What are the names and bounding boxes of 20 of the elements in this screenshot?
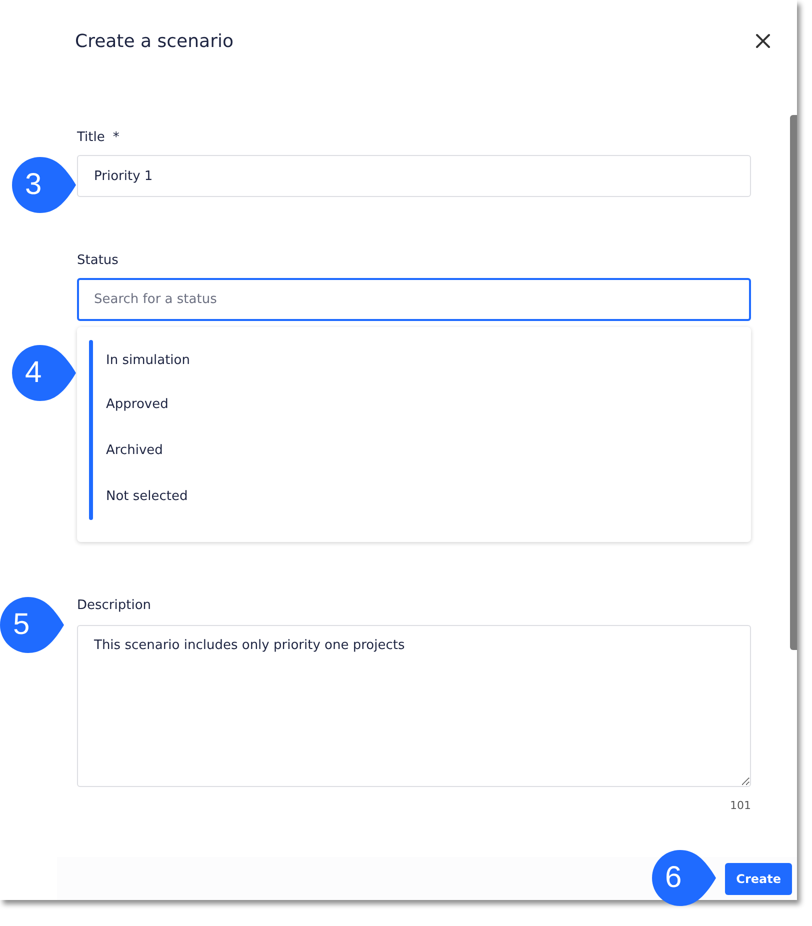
step-callout: 5 bbox=[0, 595, 64, 655]
description-input[interactable]: This scenario includes only priority one projects bbox=[77, 625, 751, 787]
status-option[interactable]: Approved bbox=[106, 382, 190, 428]
dialog-title: Create a scenario bbox=[75, 30, 234, 52]
status-option[interactable]: Archived bbox=[106, 428, 190, 474]
step-callout: 4 bbox=[12, 343, 76, 403]
status-search-field[interactable]: Search for a status bbox=[77, 278, 751, 321]
title-input[interactable]: Priority 1 bbox=[77, 155, 751, 197]
close-icon[interactable] bbox=[755, 33, 771, 49]
character-count: 101 bbox=[730, 799, 751, 812]
field-label: Status bbox=[77, 253, 118, 268]
status-option[interactable]: In simulation bbox=[106, 340, 190, 382]
scrollbar[interactable] bbox=[790, 115, 797, 650]
step-callout: 3 bbox=[12, 155, 76, 215]
required-mark: * bbox=[112, 130, 120, 145]
status-option[interactable]: Not selected bbox=[106, 474, 190, 520]
field-label: Description bbox=[77, 598, 152, 613]
create-button[interactable]: Create bbox=[725, 862, 792, 894]
field-label: Title bbox=[77, 130, 105, 145]
step-callout: 6 bbox=[652, 848, 716, 908]
